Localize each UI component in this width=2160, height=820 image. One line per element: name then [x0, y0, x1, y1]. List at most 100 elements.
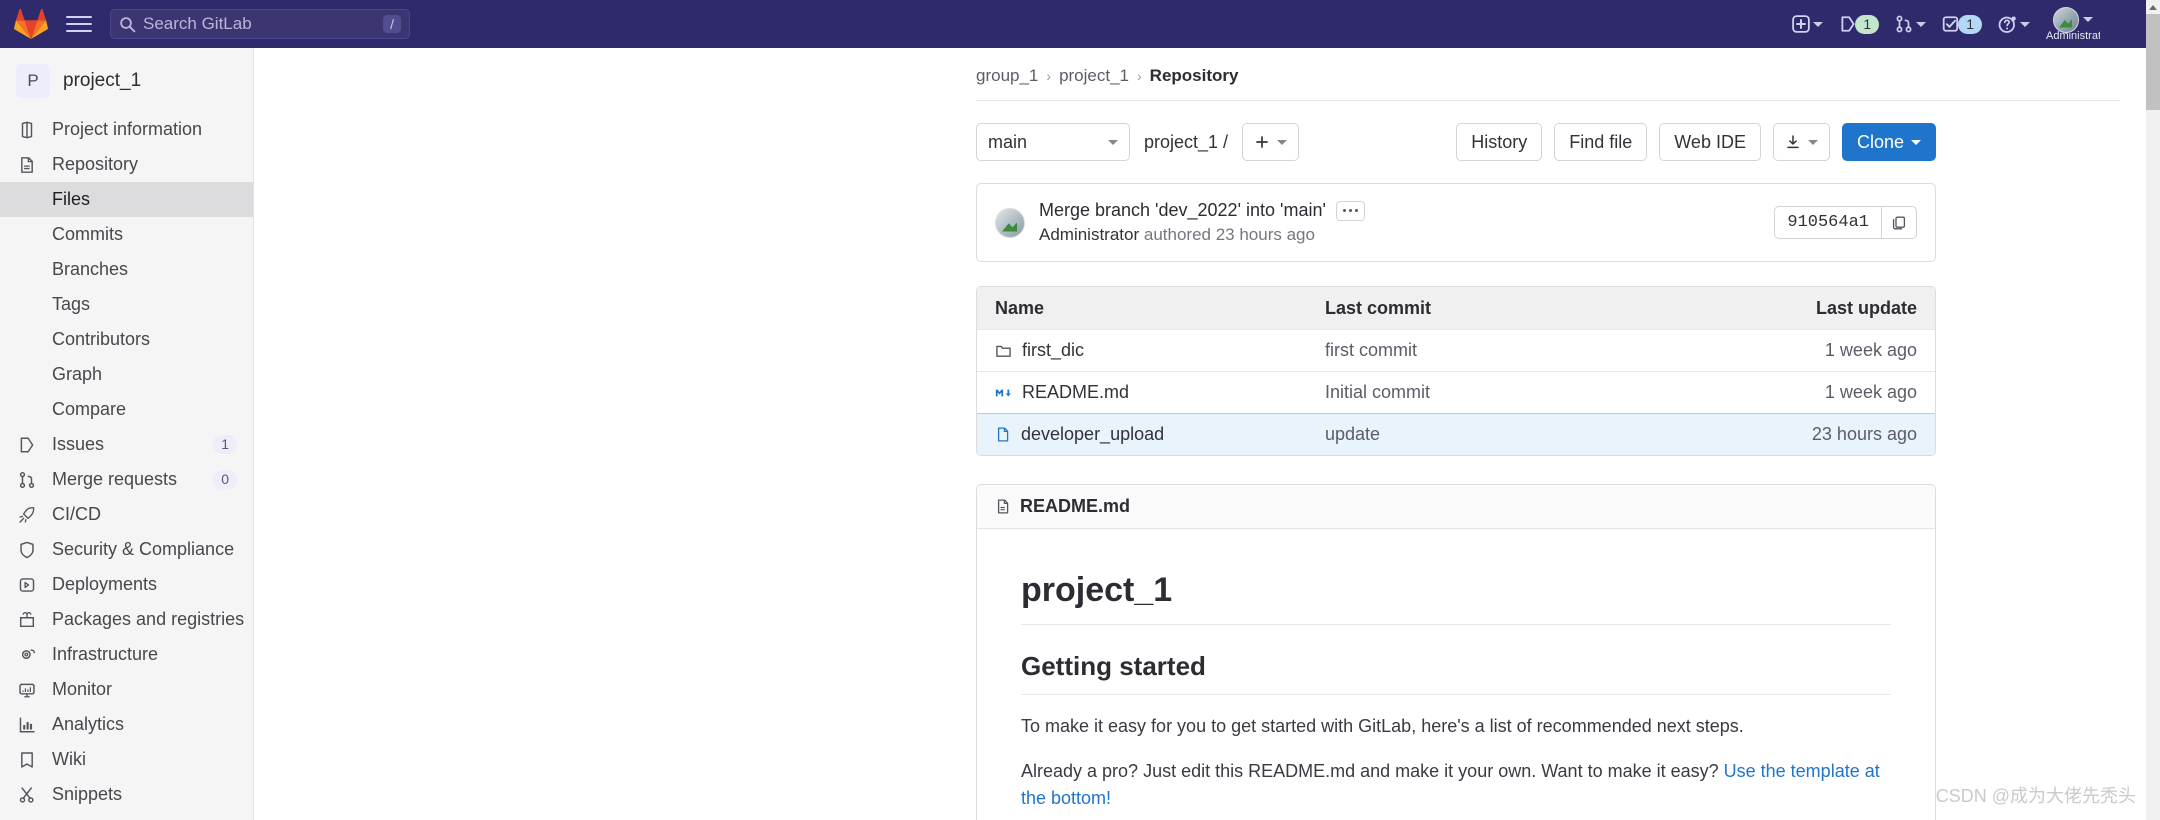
table-row[interactable]: developer_upload update 23 hours ago	[977, 413, 1935, 455]
page-scrollbar[interactable]	[2146, 0, 2160, 820]
issues-nav-button[interactable]: 1	[1833, 11, 1885, 38]
sidebar-item-label: Snippets	[52, 784, 123, 804]
sidebar-item-label: Monitor	[52, 679, 113, 699]
file-name-label: developer_upload	[1021, 424, 1165, 444]
breadcrumb-project[interactable]: project_1	[1059, 66, 1129, 86]
merge-request-icon	[16, 471, 38, 489]
sidebar-item-label: Deployments	[52, 574, 158, 594]
readme-filename[interactable]: README.md	[1020, 496, 1130, 517]
sidebar-item-issues[interactable]: Issues 1	[0, 427, 253, 462]
new-dropdown-button[interactable]	[1786, 11, 1829, 37]
breadcrumb-separator-icon: ›	[1137, 68, 1142, 84]
ellipsis-icon[interactable]	[1335, 200, 1365, 221]
copy-icon[interactable]	[1881, 206, 1917, 239]
project-sidebar: P project_1 Project information Reposito…	[0, 48, 254, 820]
breadcrumb-group[interactable]: group_1	[976, 66, 1038, 86]
download-icon	[1787, 135, 1799, 149]
sidebar-item-label: Infrastructure	[52, 644, 159, 664]
clone-button[interactable]: Clone	[1841, 123, 1936, 161]
sidebar-item-commits[interactable]: Commits	[0, 217, 253, 252]
commit-sha[interactable]: 910564a1	[1774, 206, 1881, 239]
readme-paragraph-1: To make it easy for you to get started w…	[1021, 716, 1744, 736]
sidebar-item-cicd[interactable]: CI/CD	[0, 497, 253, 532]
body-row: P project_1 Project information Reposito…	[0, 48, 2160, 820]
gitlab-logo-icon[interactable]	[14, 8, 48, 40]
chevron-down-icon	[1813, 21, 1824, 27]
breadcrumb-current: Repository	[1149, 66, 1239, 85]
find-file-button[interactable]: Find file	[1554, 123, 1648, 161]
shield-icon	[16, 541, 38, 559]
commit-meta: Administrator authored 23 hours ago	[1039, 225, 1365, 245]
commit-author-avatar	[995, 207, 1025, 238]
sidebar-item-monitor[interactable]: Monitor	[0, 672, 253, 707]
help-nav-button[interactable]	[1992, 11, 2036, 38]
sidebar-item-infrastructure[interactable]: Infrastructure	[0, 637, 253, 672]
chevron-down-icon	[2020, 21, 2030, 27]
sidebar-item-tags[interactable]: Tags	[0, 287, 253, 322]
file-name-cell[interactable]: developer_upload	[977, 424, 1315, 445]
repository-toolbar: main project_1 / History Find file Web I…	[976, 123, 1936, 161]
merge-requests-nav-button[interactable]	[1889, 11, 1932, 37]
table-row[interactable]: README.md Initial commit 1 week ago	[977, 371, 1935, 413]
file-name-label: README.md	[1022, 382, 1130, 402]
monitor-icon	[16, 681, 38, 699]
package-icon	[16, 611, 38, 629]
sidebar-item-label: Branches	[52, 259, 129, 279]
branch-selector[interactable]: main	[976, 123, 1130, 161]
column-header-last-update: Last update	[1815, 297, 1917, 318]
sidebar-item-wiki[interactable]: Wiki	[0, 742, 253, 777]
file-icon	[997, 427, 1009, 442]
search-shortcut-key: /	[383, 15, 401, 33]
chevron-down-icon	[1911, 139, 1921, 145]
sidebar-item-repository[interactable]: Repository	[0, 147, 253, 182]
sidebar-item-packages-registries[interactable]: Packages and registries	[0, 602, 253, 637]
column-header-name: Name	[995, 297, 1045, 318]
last-commit-cell[interactable]: Initial commit	[1315, 382, 1735, 403]
user-menu-button[interactable]: Administrator	[2046, 6, 2100, 42]
deployments-icon	[16, 576, 38, 594]
sidebar-item-graph[interactable]: Graph	[0, 357, 253, 392]
hamburger-menu-icon[interactable]	[66, 11, 92, 37]
sidebar-item-settings[interactable]: Settings	[0, 812, 253, 820]
scrollbar-thumb[interactable]	[2146, 14, 2160, 110]
web-ide-button[interactable]: Web IDE	[1659, 123, 1761, 161]
commit-time: authored 23 hours ago	[1143, 225, 1315, 244]
readme-panel: README.md project_1 Getting started To m…	[976, 484, 1936, 820]
sidebar-item-snippets[interactable]: Snippets	[0, 777, 253, 812]
sidebar-item-merge-requests[interactable]: Merge requests 0	[0, 462, 253, 497]
sidebar-item-deployments[interactable]: Deployments	[0, 567, 253, 602]
sidebar-item-compare[interactable]: Compare	[0, 392, 253, 427]
file-name-cell[interactable]: first_dic	[977, 340, 1315, 361]
scroll-up-arrow-icon[interactable]	[2146, 0, 2160, 14]
last-update-cell: 23 hours ago	[1811, 424, 1917, 444]
sidebar-item-analytics[interactable]: Analytics	[0, 707, 253, 742]
issues-count-badge: 1	[1855, 14, 1880, 34]
sidebar-item-project-information[interactable]: Project information	[0, 112, 253, 147]
sidebar-item-files[interactable]: Files	[0, 182, 253, 217]
sidebar-item-contributors[interactable]: Contributors	[0, 322, 253, 357]
search-input[interactable]: Search GitLab /	[110, 9, 410, 39]
last-update-cell: 1 week ago	[1824, 340, 1917, 360]
table-row[interactable]: first_dic first commit 1 week ago	[977, 329, 1935, 371]
todos-nav-button[interactable]: 1	[1936, 11, 1988, 38]
history-button[interactable]: History	[1456, 123, 1543, 161]
sidebar-project-header[interactable]: P project_1	[0, 56, 253, 112]
download-button[interactable]	[1772, 123, 1830, 161]
chevron-down-icon	[2083, 17, 2093, 22]
gitlab-app: Search GitLab / 1 1 Administrat P projec…	[0, 0, 2160, 820]
project-info-icon	[16, 121, 38, 139]
file-name-cell[interactable]: README.md	[977, 382, 1315, 403]
commit-info: Merge branch 'dev_2022' into 'main' Admi…	[1039, 200, 1365, 245]
user-name-label: Administrator	[2046, 29, 2100, 42]
clone-label: Clone	[1856, 131, 1904, 152]
last-commit-cell[interactable]: first commit	[1315, 340, 1735, 361]
add-to-repository-button[interactable]	[1242, 123, 1300, 161]
commit-author-name[interactable]: Administrator	[1039, 225, 1139, 244]
sidebar-item-label: Graph	[52, 364, 103, 384]
search-icon	[120, 16, 136, 32]
commit-message[interactable]: Merge branch 'dev_2022' into 'main'	[1039, 200, 1326, 221]
sidebar-item-security-compliance[interactable]: Security & Compliance	[0, 532, 253, 567]
sidebar-item-branches[interactable]: Branches	[0, 252, 253, 287]
readme-header: README.md	[977, 485, 1935, 529]
last-commit-cell[interactable]: update	[1315, 424, 1735, 445]
